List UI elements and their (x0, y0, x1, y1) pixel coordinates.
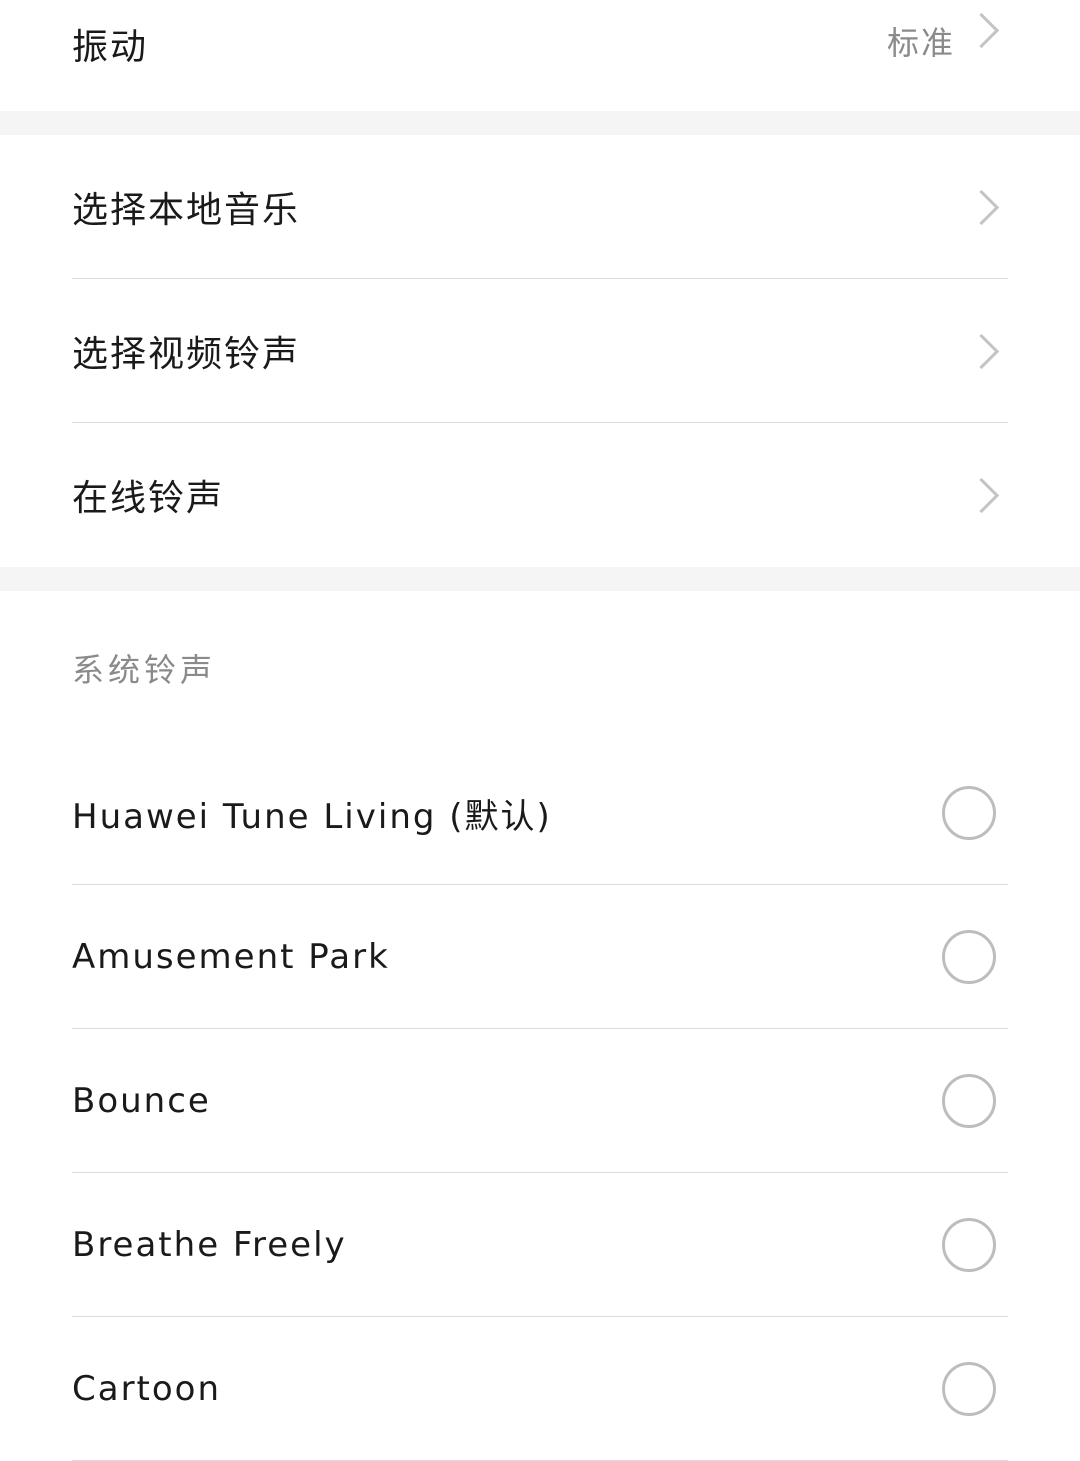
radio-button[interactable] (942, 1362, 996, 1416)
ringtone-item[interactable]: Amusement Park (0, 885, 1080, 1029)
chevron-right-icon (963, 333, 1000, 369)
radio-button[interactable] (942, 786, 996, 840)
radio-button[interactable] (942, 1074, 996, 1128)
chevron-right-icon (963, 477, 1000, 513)
ringtone-item[interactable]: Bounce (0, 1029, 1080, 1173)
radio-button[interactable] (942, 1218, 996, 1272)
option-label: 选择本地音乐 (72, 190, 301, 231)
ringtone-label: Bounce (72, 1081, 211, 1121)
ringtone-label: Cartoon (72, 1369, 222, 1409)
system-ringtones-section: 系统铃声 Huawei Tune Living (默认) Amusement P… (0, 591, 1080, 1461)
vibration-label: 振动 (72, 27, 149, 68)
option-video-ringtone[interactable]: 选择视频铃声 (0, 279, 1080, 423)
system-ringtones-header: 系统铃声 (72, 651, 217, 689)
ringtone-source-section: 选择本地音乐 选择视频铃声 在线铃声 (0, 135, 1080, 567)
ringtone-label: Huawei Tune Living (默认) (72, 796, 552, 837)
ringtone-item[interactable]: Breathe Freely (0, 1173, 1080, 1317)
chevron-right-icon (963, 189, 1000, 225)
ringtone-item[interactable]: Huawei Tune Living (默认) (0, 741, 1080, 885)
radio-button[interactable] (942, 930, 996, 984)
ringtone-label: Breathe Freely (72, 1225, 347, 1265)
option-label: 在线铃声 (72, 478, 225, 519)
vibration-section: 振动 标准 (0, 0, 1080, 111)
ringtone-label: Amusement Park (72, 937, 390, 977)
option-label: 选择视频铃声 (72, 334, 301, 375)
section-gap (0, 567, 1080, 591)
option-local-music[interactable]: 选择本地音乐 (0, 135, 1080, 279)
option-online-ringtone[interactable]: 在线铃声 (0, 423, 1080, 567)
section-gap (0, 111, 1080, 135)
ringtone-item[interactable]: Cartoon (0, 1317, 1080, 1461)
chevron-right-icon (963, 12, 1000, 49)
vibration-value: 标准 (886, 24, 955, 62)
vibration-row[interactable]: 振动 标准 (0, 0, 1080, 111)
